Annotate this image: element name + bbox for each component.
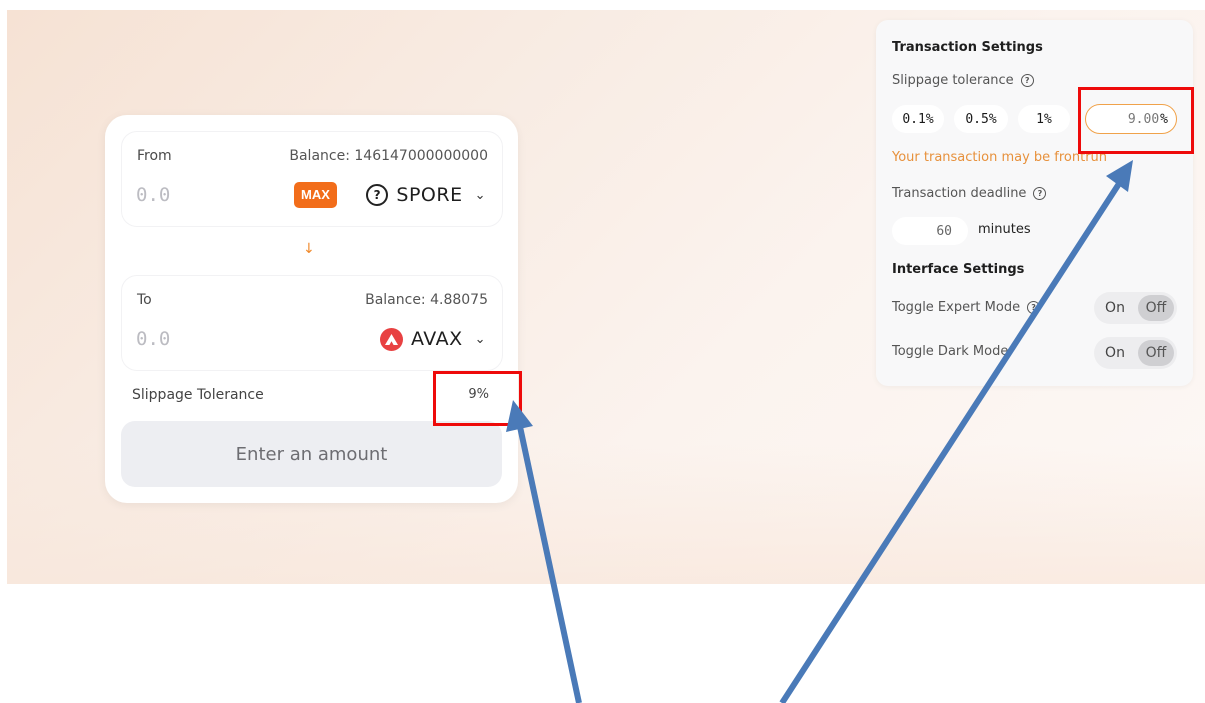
annotation-arrows <box>506 160 1133 703</box>
arrow-to-settings-slippage <box>779 160 1133 703</box>
arrow-to-swap-slippage <box>506 400 582 703</box>
